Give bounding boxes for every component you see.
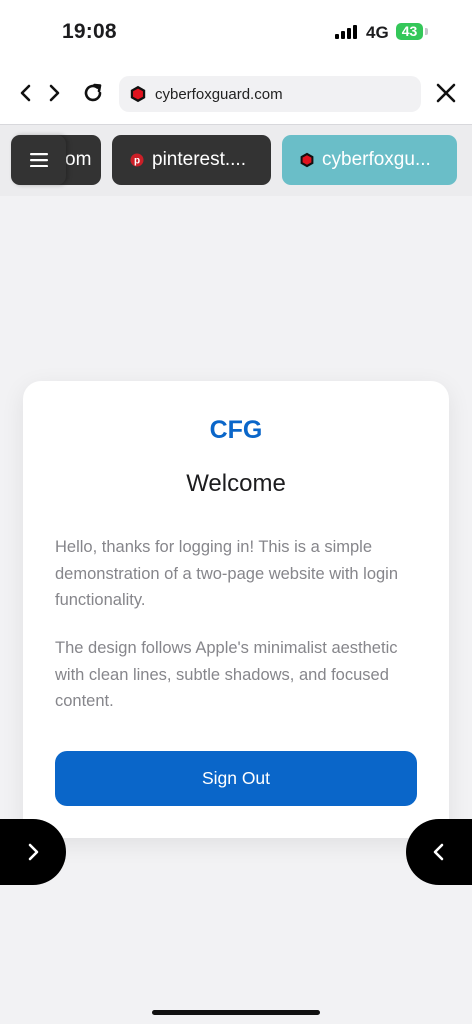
tab-pinterest[interactable]: p pinterest.... bbox=[112, 135, 271, 185]
tab-label: cyberfoxgu... bbox=[322, 149, 431, 170]
url-text: cyberfoxguard.com bbox=[155, 85, 283, 103]
home-indicator[interactable] bbox=[152, 1010, 320, 1015]
cyberfoxguard-icon bbox=[300, 152, 314, 168]
reload-button[interactable] bbox=[80, 80, 106, 106]
close-button[interactable] bbox=[433, 80, 459, 106]
chevron-left-icon bbox=[433, 843, 444, 861]
browser-toolbar: cyberfoxguard.com bbox=[0, 62, 472, 125]
forward-button[interactable] bbox=[41, 80, 67, 106]
tab-label: om bbox=[65, 149, 92, 170]
network-type: 4G bbox=[366, 23, 389, 42]
welcome-card: CFG Welcome Hello, thanks for logging in… bbox=[23, 381, 449, 838]
menu-button[interactable] bbox=[11, 135, 66, 185]
tab-strip: om p pinterest.... cyberfoxgu... bbox=[0, 125, 472, 196]
chevron-right-icon bbox=[49, 84, 60, 102]
status-time: 19:08 bbox=[62, 20, 117, 43]
chevron-right-icon bbox=[28, 843, 39, 861]
status-bar: 19:08 4G 43 bbox=[0, 0, 472, 62]
signal-strength-icon bbox=[335, 25, 359, 39]
tab-cyberfoxguard[interactable]: cyberfoxgu... bbox=[282, 135, 457, 185]
address-bar[interactable]: cyberfoxguard.com bbox=[119, 76, 421, 112]
tab-label: pinterest.... bbox=[152, 149, 246, 170]
brand-logo: CFG bbox=[209, 416, 263, 444]
cyberfoxguard-icon bbox=[130, 85, 146, 103]
svg-text:p: p bbox=[134, 156, 140, 167]
page-title: Welcome bbox=[186, 470, 286, 497]
welcome-paragraph: Hello, thanks for logging in! This is a … bbox=[55, 538, 399, 609]
hamburger-menu-icon bbox=[29, 153, 48, 167]
chevron-left-icon bbox=[20, 84, 31, 102]
reload-icon bbox=[84, 83, 102, 102]
edge-forward-button[interactable] bbox=[0, 819, 66, 885]
battery-tip bbox=[425, 28, 428, 35]
design-paragraph: The design follows Apple's minimalist ae… bbox=[55, 639, 398, 710]
battery-level: 43 bbox=[401, 23, 418, 39]
sign-out-button[interactable]: Sign Out bbox=[55, 751, 417, 806]
battery-icon: 43 bbox=[396, 23, 423, 40]
pinterest-icon: p bbox=[130, 153, 144, 167]
back-button[interactable] bbox=[13, 80, 39, 106]
edge-back-button[interactable] bbox=[406, 819, 472, 885]
close-icon bbox=[436, 83, 456, 103]
